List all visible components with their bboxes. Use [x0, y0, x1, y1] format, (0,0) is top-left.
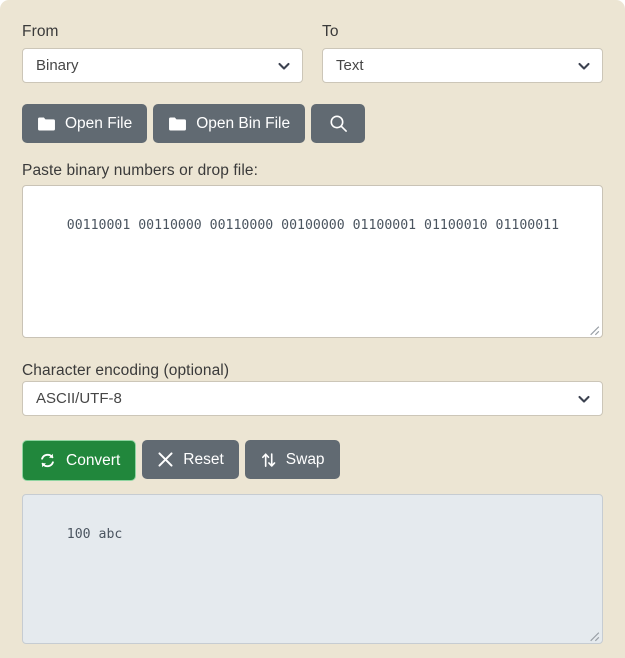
- to-format-select[interactable]: Text: [322, 48, 603, 83]
- resize-handle-icon: [590, 632, 600, 642]
- close-icon: [158, 452, 173, 467]
- folder-icon: [169, 117, 187, 130]
- format-selection-row: From Binary To Text: [22, 22, 603, 92]
- resize-handle-icon: [590, 326, 600, 336]
- from-format-group: From Binary: [22, 22, 303, 83]
- reset-button[interactable]: Reset: [142, 440, 239, 479]
- convert-button[interactable]: Convert: [22, 440, 137, 481]
- chevron-down-icon: [578, 62, 590, 70]
- output-value: 100 abc: [66, 527, 123, 542]
- swap-button[interactable]: Swap: [244, 440, 340, 479]
- converter-panel: From Binary To Text Open File Open Bin F…: [0, 0, 625, 658]
- input-label: Paste binary numbers or drop file:: [22, 162, 259, 179]
- open-bin-file-label: Open Bin File: [196, 114, 291, 132]
- convert-label: Convert: [66, 451, 121, 469]
- folder-icon: [38, 117, 55, 130]
- encoding-select[interactable]: ASCII/UTF-8: [22, 381, 603, 416]
- chevron-down-icon: [278, 62, 290, 70]
- search-icon: [330, 115, 347, 132]
- output-textarea[interactable]: 100 abc: [22, 494, 603, 644]
- encoding-value: ASCII/UTF-8: [36, 390, 122, 407]
- search-button[interactable]: [311, 104, 366, 143]
- encoding-group: ASCII/UTF-8: [22, 381, 603, 416]
- open-bin-file-button[interactable]: Open Bin File: [153, 104, 306, 143]
- swap-label: Swap: [285, 450, 325, 468]
- reset-label: Reset: [183, 450, 224, 468]
- swap-arrows-icon: [261, 452, 276, 467]
- to-format-value: Text: [336, 57, 364, 74]
- from-format-value: Binary: [36, 57, 79, 74]
- from-format-select[interactable]: Binary: [22, 48, 303, 83]
- binary-input-value: 00110001 00110000 00110000 00100000 0110…: [66, 218, 560, 233]
- binary-input-textarea[interactable]: 00110001 00110000 00110000 00100000 0110…: [22, 185, 603, 338]
- to-label: To: [322, 23, 339, 40]
- from-label: From: [22, 23, 59, 40]
- chevron-down-icon: [578, 395, 590, 403]
- to-format-group: To Text: [322, 22, 603, 83]
- open-file-label: Open File: [65, 114, 133, 132]
- open-file-button[interactable]: Open File: [22, 104, 148, 143]
- action-button-row: Convert Reset Swap: [22, 440, 340, 481]
- file-button-row: Open File Open Bin File: [22, 104, 366, 143]
- encoding-label: Character encoding (optional): [22, 362, 230, 379]
- refresh-icon: [41, 453, 54, 468]
